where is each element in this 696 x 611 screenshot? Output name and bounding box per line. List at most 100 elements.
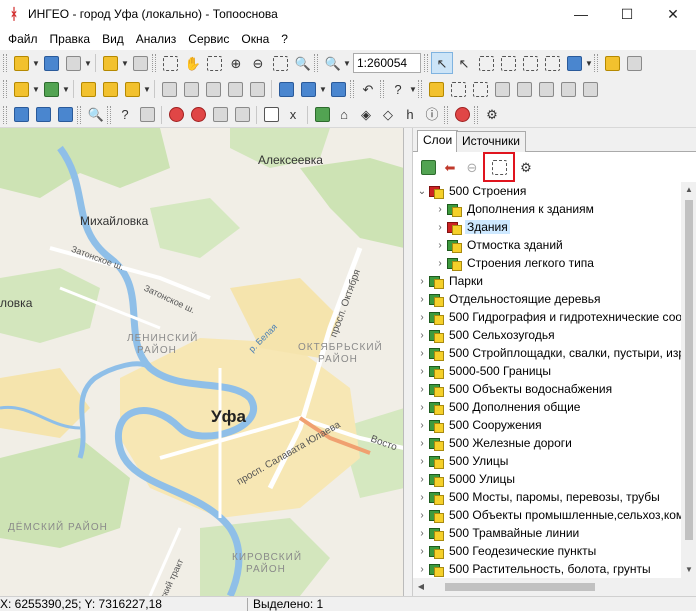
kpt-button[interactable] [260,104,282,126]
object-list-dropdown-icon[interactable]: ▼ [143,85,151,94]
chart-dropdown-icon[interactable]: ▼ [585,59,593,68]
tab-layers[interactable]: Слои [417,130,459,152]
toolbar-grip[interactable] [3,54,7,72]
properties-button[interactable] [275,78,297,100]
layer-settings-button[interactable]: ⚙ [515,156,537,178]
undo-button[interactable]: ↶ [357,78,379,100]
find-button[interactable]: 🔍 [84,104,106,126]
navigate-button[interactable]: ◈ [355,104,377,126]
group-objects-button[interactable] [99,78,121,100]
export-button[interactable] [32,104,54,126]
toolbar-grip[interactable] [314,54,318,72]
panel-splitter[interactable] [404,128,412,596]
network-button[interactable] [209,104,231,126]
tree-item[interactable]: › 500 Гидрография и гидротехнические соо [415,308,681,326]
add-service-button[interactable] [451,104,473,126]
paste-tool-button[interactable] [513,78,535,100]
new-map-button[interactable] [10,52,32,74]
preview-button[interactable] [99,52,121,74]
scroll-down-icon[interactable]: ▼ [681,562,696,578]
preview-dropdown-icon[interactable]: ▼ [121,59,129,68]
chevron-right-icon[interactable]: › [415,438,429,449]
node-tool-button[interactable] [224,78,246,100]
toolbar-grip[interactable] [444,105,448,124]
menu-file[interactable]: Файл [2,28,44,50]
open-button[interactable] [40,52,62,74]
bookmark-button[interactable]: ◇ [377,104,399,126]
tree-item[interactable]: › 500 Геодезические пункты [415,542,598,560]
select-rect-button[interactable] [475,52,497,74]
scroll-up-icon[interactable]: ▲ [681,182,696,198]
tool-extra-1-button[interactable] [601,52,623,74]
toolbar-grip[interactable] [152,54,156,72]
layers-dropdown-icon[interactable]: ▼ [84,59,92,68]
tree-item[interactable]: › 500 Объекты водоснабжения [415,380,614,398]
chevron-right-icon[interactable]: › [415,366,429,377]
calculator-button[interactable] [327,78,349,100]
close-button[interactable]: ✕ [650,0,696,28]
export-xls-button[interactable]: x [282,104,304,126]
settings-button[interactable]: ⚙ [481,104,503,126]
merge-tool-button[interactable] [535,78,557,100]
layers-button[interactable] [62,52,84,74]
select-area-button[interactable] [159,52,181,74]
help-pointer-dropdown-icon[interactable]: ▼ [409,85,417,94]
menu-windows[interactable]: Окна [235,28,275,50]
measure-button[interactable] [425,78,447,100]
chevron-right-icon[interactable]: › [415,474,429,485]
tree-vertical-scrollbar[interactable]: ▲ ▼ [681,182,696,578]
help-pointer-button[interactable]: ? [387,78,409,100]
chevron-right-icon[interactable]: › [433,204,447,215]
scale-input[interactable] [353,53,421,73]
tree-item[interactable]: › 500 Объекты промышленные,сельхоз,ком [415,506,681,524]
chevron-right-icon[interactable]: › [433,240,447,251]
tree-item[interactable]: › 500 Растительность, болота, грунты [415,560,653,578]
zoom-previous-button[interactable]: 🔍 [291,52,313,74]
menu-view[interactable]: Вид [96,28,130,50]
toolbar-grip[interactable] [418,80,422,98]
tree-item[interactable]: › 500 Сооружения [415,416,544,434]
toolbar-grip[interactable] [594,54,598,72]
map-view[interactable]: Алексеевка Михайловка Затонское ш. Затон… [0,128,404,596]
zoom-all-button[interactable] [269,52,291,74]
chevron-right-icon[interactable]: › [415,330,429,341]
import-button[interactable] [10,104,32,126]
globe-button[interactable] [311,104,333,126]
tab-sources[interactable]: Источники [456,131,526,152]
tree-item[interactable]: › 500 Мосты, паромы, перевозы, трубы [415,488,662,506]
chevron-right-icon[interactable]: › [415,276,429,287]
tree-item[interactable]: › 500 Дополнения общие [415,398,582,416]
toolbar-grip[interactable] [3,80,7,98]
forbid-button[interactable] [165,104,187,126]
menu-help[interactable]: ? [275,28,294,50]
chevron-right-icon[interactable]: › [415,564,429,575]
scroll-left-icon[interactable]: ◀ [413,579,429,595]
query-button[interactable]: ? [114,104,136,126]
tree-item[interactable]: ⌄ 500 Строения [415,182,528,200]
new-map-dropdown-icon[interactable]: ▼ [32,59,40,68]
chevron-right-icon[interactable]: › [415,420,429,431]
remove-layer-button[interactable]: ⊖ [461,156,483,178]
select-line-button[interactable] [541,52,563,74]
menu-service[interactable]: Сервис [182,28,235,50]
measure-area-button[interactable] [447,78,469,100]
chevron-right-icon[interactable]: › [415,402,429,413]
zoom-to-layer-button[interactable] [483,152,515,182]
chevron-right-icon[interactable]: › [415,312,429,323]
table-dropdown-icon[interactable]: ▼ [319,85,327,94]
height-button[interactable]: h [399,104,421,126]
zoom-frame-button[interactable] [203,52,225,74]
select-lasso-button[interactable] [497,52,519,74]
scale-dropdown-icon[interactable]: ▼ [343,59,351,68]
zoom-out-button[interactable]: ⊖ [247,52,269,74]
pan-button[interactable]: ✋ [181,52,203,74]
chevron-right-icon[interactable]: › [415,384,429,395]
scrollbar-thumb[interactable] [685,200,693,540]
select-object-button[interactable]: ↖ [453,52,475,74]
select-polygon-button[interactable] [519,52,541,74]
tree-item[interactable]: › 500 Трамвайные линии [415,524,581,542]
route-button[interactable] [231,104,253,126]
tree-item[interactable]: › Отмостка зданий [433,236,565,254]
toolbar-grip[interactable] [380,80,384,98]
tree-item[interactable]: › Дополнения к зданиям [433,200,596,218]
